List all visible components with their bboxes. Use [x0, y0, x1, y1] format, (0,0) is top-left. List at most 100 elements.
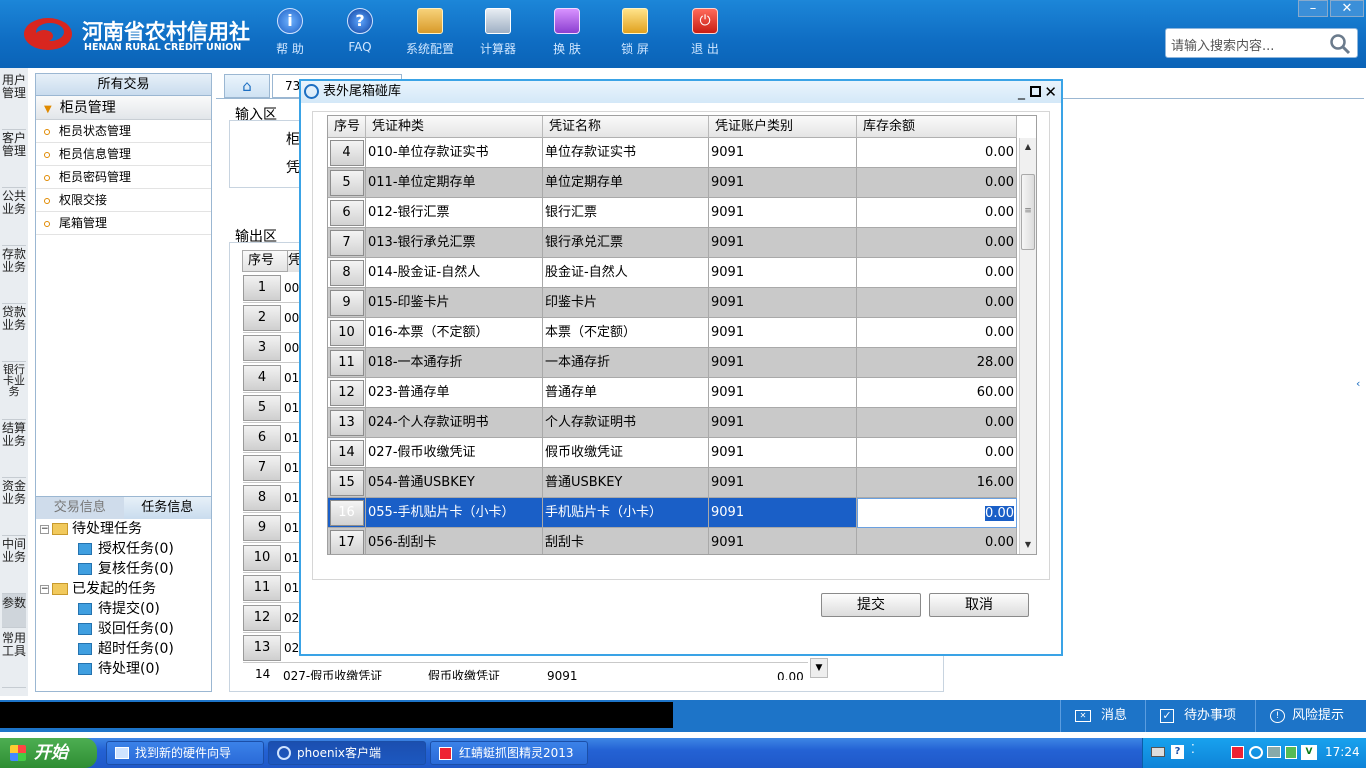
table-row[interactable]: 4 010-单位存款证实书 单位存款证实书 9091 0.00: [328, 138, 1017, 168]
todo-button[interactable]: ✓ 待办事项: [1145, 700, 1255, 732]
input-method-icon[interactable]: ⁚: [1191, 742, 1195, 756]
table-row[interactable]: 9 015-印鉴卡片 印鉴卡片 9091 0.00: [328, 288, 1017, 318]
cell-balance[interactable]: 0.00: [857, 288, 1017, 318]
table-scrollbar[interactable]: ▲ ≡ ▼: [1019, 138, 1036, 554]
maximize-icon[interactable]: [1030, 86, 1041, 97]
menu-item-teller-status[interactable]: 柜员状态管理: [36, 120, 211, 143]
shield-icon[interactable]: [1285, 746, 1297, 759]
network-icon[interactable]: [1249, 746, 1263, 759]
table-row-selected[interactable]: 16 055-手机贴片卡（小卡） 手机贴片卡（小卡） 9091 0.00: [328, 498, 1017, 528]
column-header-voucher-name[interactable]: 凭证名称: [543, 116, 709, 138]
table-row[interactable]: 10 016-本票（不定额） 本票（不定额） 9091 0.00: [328, 318, 1017, 348]
display-icon[interactable]: [1267, 746, 1281, 758]
close-icon[interactable]: ✕: [1044, 81, 1057, 103]
cell-balance[interactable]: 0.00: [857, 198, 1017, 228]
tab-task-info[interactable]: 任务信息: [123, 497, 211, 519]
keyboard-icon[interactable]: [1151, 747, 1165, 757]
all-transactions-header[interactable]: 所有交易: [36, 74, 211, 96]
menu-item-teller-info[interactable]: 柜员信息管理: [36, 143, 211, 166]
taskbar-hardware-wizard[interactable]: 找到新的硬件向导: [106, 741, 264, 765]
cancel-button[interactable]: 取消: [929, 593, 1029, 617]
balance-edit-field[interactable]: 0.00: [857, 498, 1017, 528]
cell-balance[interactable]: 0.00: [857, 318, 1017, 348]
cell-balance[interactable]: 60.00: [857, 378, 1017, 408]
tab-intermediate-business[interactable]: 中间业务: [2, 536, 26, 594]
clock[interactable]: 17:24: [1325, 745, 1360, 759]
tab-parameters[interactable]: 参数: [2, 594, 26, 628]
cell-balance-value[interactable]: 0.00: [985, 506, 1014, 521]
scroll-down-icon[interactable]: ▼: [810, 658, 828, 678]
column-header-voucher-type[interactable]: 凭证种类: [366, 116, 543, 138]
table-row[interactable]: 17 056-刮刮卡 刮刮卡 9091 0.00: [328, 528, 1017, 554]
tree-initiated-tasks[interactable]: − 已发起的任务: [40, 579, 156, 599]
table-row[interactable]: 11 018-一本通存折 一本通存折 9091 28.00: [328, 348, 1017, 378]
tab-loan-business[interactable]: 贷款业务: [2, 304, 26, 362]
system-config-button[interactable]: 系统配置: [397, 8, 463, 64]
faq-button[interactable]: ? FAQ: [327, 8, 393, 64]
table-row[interactable]: 15 054-普通USBKEY 普通USBKEY 9091 16.00: [328, 468, 1017, 498]
cell-balance[interactable]: 16.00: [857, 468, 1017, 498]
collapse-icon[interactable]: −: [40, 584, 49, 594]
search-box[interactable]: 请输入搜索内容...: [1165, 28, 1358, 58]
home-tab[interactable]: ⌂: [224, 74, 270, 98]
table-row[interactable]: 14 027-假币收缴凭证 假币收缴凭证 9091 0.00: [328, 438, 1017, 468]
start-button[interactable]: 开始: [0, 738, 97, 768]
tab-customer-management[interactable]: 客户管理: [2, 130, 26, 188]
tab-deposit-business[interactable]: 存款业务: [2, 246, 26, 304]
table-row-partial[interactable]: 14 027-假币收缴凭证 假币收缴凭证 9091 0.00: [243, 663, 808, 680]
search-input[interactable]: 请输入搜索内容...: [1171, 39, 1274, 54]
column-header-account-type[interactable]: 凭证账户类别: [709, 116, 857, 138]
tree-review-tasks[interactable]: 复核任务(0): [78, 559, 174, 579]
help-button[interactable]: i 帮 助: [257, 8, 323, 64]
table-row[interactable]: 12 023-普通存单 普通存单 9091 60.00: [328, 378, 1017, 408]
cell-balance[interactable]: 0.00: [857, 438, 1017, 468]
collapse-icon[interactable]: −: [40, 524, 49, 534]
cell-balance[interactable]: 0.00: [857, 258, 1017, 288]
scroll-up-icon[interactable]: ▲: [1020, 138, 1036, 156]
menu-item-teller-password[interactable]: 柜员密码管理: [36, 166, 211, 189]
tab-transaction-info[interactable]: 交易信息: [36, 497, 124, 519]
taskbar-phoenix-client[interactable]: phoenix客户端: [268, 741, 426, 765]
tab-common-tools[interactable]: 常用工具: [2, 630, 26, 688]
teller-management-group[interactable]: ▼ 柜员管理: [36, 96, 211, 120]
table-row[interactable]: 13 024-个人存款证明书 个人存款证明书 9091 0.00: [328, 408, 1017, 438]
tree-rejected[interactable]: 驳回任务(0): [78, 619, 174, 639]
table-row[interactable]: 6 012-银行汇票 银行汇票 9091 0.00: [328, 198, 1017, 228]
tree-to-submit[interactable]: 待提交(0): [78, 599, 160, 619]
collapse-arrow-icon[interactable]: ‹: [1356, 364, 1364, 404]
submit-button[interactable]: 提交: [821, 593, 921, 617]
calculator-button[interactable]: 计算器: [465, 8, 531, 64]
menu-item-tail-box[interactable]: 尾箱管理: [36, 212, 211, 235]
minimize-window-button[interactable]: –: [1298, 0, 1328, 17]
tab-fund-business[interactable]: 资金业务: [2, 478, 26, 536]
menu-item-permission-handover[interactable]: 权限交接: [36, 189, 211, 212]
tree-timeout[interactable]: 超时任务(0): [78, 639, 174, 659]
tab-settlement-business[interactable]: 结算业务: [2, 420, 26, 478]
cell-balance[interactable]: 0.00: [857, 138, 1017, 168]
risk-alert-button[interactable]: ! 风险提示: [1255, 700, 1366, 732]
tray-app-icon[interactable]: [1231, 746, 1244, 759]
exit-button[interactable]: ⏻ 退 出: [672, 8, 738, 64]
tab-public-business[interactable]: 公共业务: [2, 188, 26, 246]
search-icon[interactable]: [1329, 33, 1351, 55]
table-row[interactable]: 5 011-单位定期存单 单位定期存单 9091 0.00: [328, 168, 1017, 198]
table-row[interactable]: 8 014-股金证-自然人 股金证-自然人 9091 0.00: [328, 258, 1017, 288]
help-tray-icon[interactable]: ?: [1171, 745, 1184, 759]
scroll-down-icon[interactable]: ▼: [1020, 536, 1036, 554]
tree-to-process[interactable]: 待处理(0): [78, 659, 160, 679]
tab-bank-card-business[interactable]: 银行卡业务: [2, 362, 26, 420]
close-window-button[interactable]: ✕: [1330, 0, 1364, 17]
lock-screen-button[interactable]: 锁 屏: [602, 8, 668, 64]
cell-balance[interactable]: 0.00: [857, 168, 1017, 198]
cell-balance[interactable]: 0.00: [857, 528, 1017, 554]
taskbar-screenshot-tool[interactable]: 红蜻蜓抓图精灵2013: [430, 741, 588, 765]
tab-user-management[interactable]: 用户管理: [2, 72, 26, 130]
tree-auth-tasks[interactable]: 授权任务(0): [78, 539, 174, 559]
tree-pending-tasks[interactable]: − 待处理任务: [40, 519, 142, 539]
cell-balance[interactable]: 0.00: [857, 228, 1017, 258]
skin-button[interactable]: 换 肤: [534, 8, 600, 64]
cell-balance[interactable]: 0.00: [857, 408, 1017, 438]
scroll-thumb[interactable]: ≡: [1021, 174, 1035, 250]
cell-balance[interactable]: 28.00: [857, 348, 1017, 378]
table-row[interactable]: 7 013-银行承兑汇票 银行承兑汇票 9091 0.00: [328, 228, 1017, 258]
